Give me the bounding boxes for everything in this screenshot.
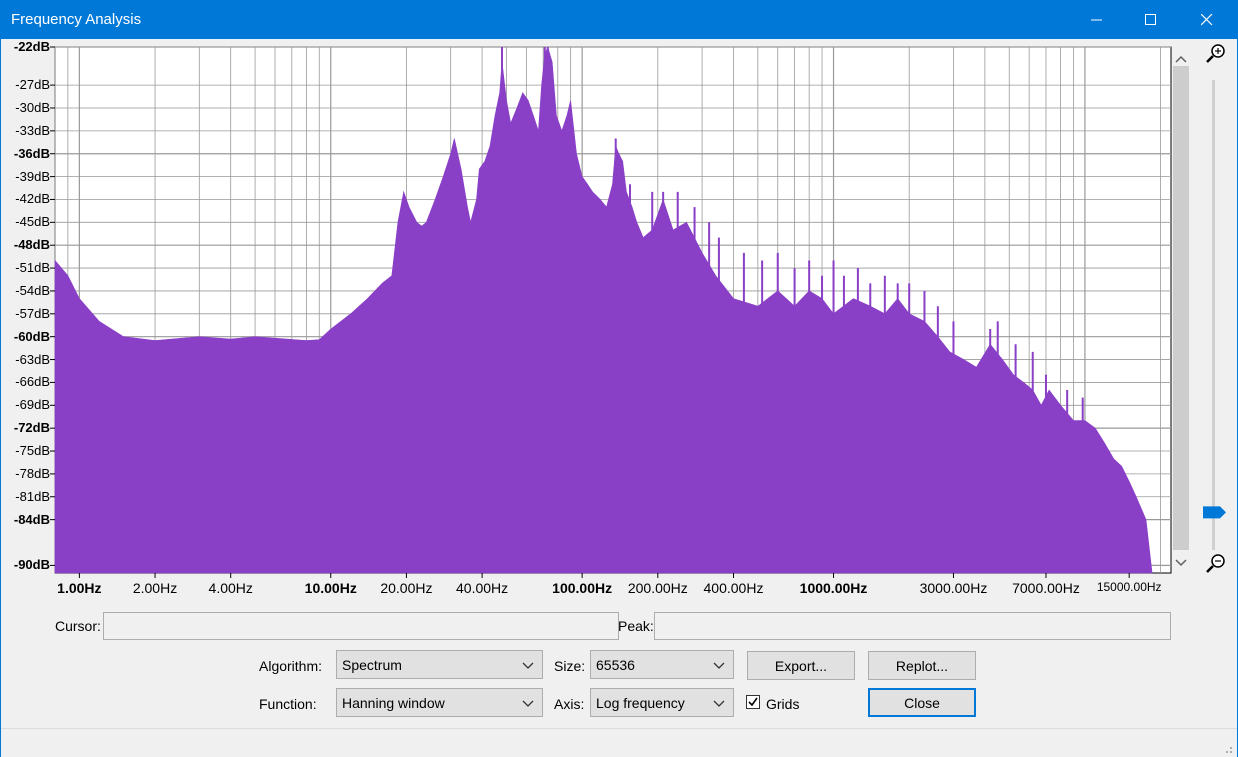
chevron-down-icon [522,700,534,707]
algorithm-value: Spectrum [342,657,402,673]
function-label: Function: [259,696,317,712]
cursor-label: Cursor: [55,618,101,634]
axis-label: Axis: [554,696,585,712]
zoom-slider-track[interactable] [1212,80,1215,550]
x-tick-label: 3000.00Hz [919,580,988,596]
x-tick-label: 7000.00Hz [1012,580,1080,596]
y-tick-label: -45dB [15,214,50,230]
spectrum-chart[interactable] [0,0,1238,600]
axis-value: Log frequency [596,695,685,711]
replot-button[interactable]: Replot... [868,651,976,680]
y-tick-label: -69dB [15,397,50,413]
x-tick-label: 10.00Hz [304,580,357,596]
chevron-down-icon [522,662,534,669]
peak-field[interactable] [654,612,1171,640]
x-tick-label: 200.00Hz [627,580,688,596]
x-tick-label: 100.00Hz [552,580,613,596]
y-tick-label: -30dB [15,99,50,115]
y-tick-label: -54dB [15,282,50,298]
algorithm-select[interactable]: Spectrum [336,650,543,679]
size-label: Size: [554,658,586,674]
zoom-out-icon[interactable] [1206,554,1225,573]
x-tick-label: 4.00Hz [208,580,253,596]
y-tick-label: -27dB [15,77,50,93]
y-tick-label: -48dB [13,237,50,253]
chevron-down-icon [713,700,725,707]
cursor-field[interactable] [103,612,619,640]
x-tick-label: 40.00Hz [456,580,509,596]
size-select[interactable]: 65536 [590,650,734,679]
x-tick-label: 1.00Hz [57,580,102,596]
y-tick-label: -72dB [13,420,50,436]
export-button[interactable]: Export... [747,651,855,680]
peak-label: Peak: [618,618,654,634]
y-tick-label: -78dB [15,465,50,481]
y-tick-label: -42dB [15,191,50,207]
y-tick-label: -60dB [13,328,50,344]
chevron-down-icon [713,662,725,669]
x-tick-label: 1000.00Hz [799,580,868,596]
y-tick-label: -22dB [13,39,50,54]
y-tick-label: -57dB [15,305,50,321]
y-tick-label: -36dB [13,145,50,161]
zoom-in-icon[interactable] [1206,44,1225,63]
y-tick-label: -33dB [15,122,50,138]
status-bar [1,728,1237,757]
y-tick-label: -51dB [15,260,50,276]
y-tick-label: -66dB [15,374,50,390]
x-tick-label: 2.00Hz [132,580,178,596]
grids-checkbox[interactable] [746,695,760,709]
y-tick-label: -84dB [13,511,50,527]
algorithm-label: Algorithm: [259,658,323,674]
grids-label[interactable]: Grids [766,696,799,712]
axis-select[interactable]: Log frequency [590,688,734,717]
y-tick-label: -81dB [15,488,50,504]
y-tick-label: -90dB [13,557,50,573]
function-select[interactable]: Hanning window [336,688,543,717]
y-tick-label: -63dB [15,351,50,367]
close-button[interactable]: Close [868,688,976,717]
scrollbar-thumb[interactable] [1173,66,1189,550]
zoom-slider-thumb[interactable] [1203,506,1226,519]
x-tick-label: 15000.00Hz [1096,580,1162,594]
x-tick-label: 400.00Hz [703,580,764,596]
resize-grip-icon[interactable] [1223,744,1233,754]
x-tick-label: 20.00Hz [380,580,433,596]
size-value: 65536 [596,657,635,673]
checkmark-icon [748,697,758,707]
function-value: Hanning window [342,695,445,711]
y-tick-label: -75dB [15,443,50,459]
y-tick-label: -39dB [15,168,50,184]
